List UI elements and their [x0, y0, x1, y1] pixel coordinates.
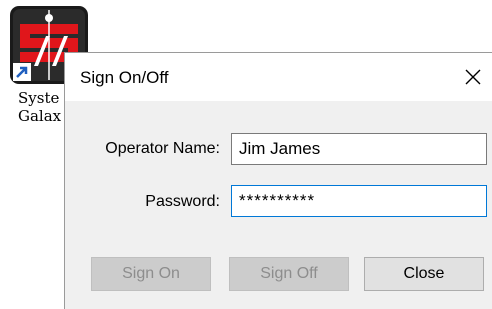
- dialog-titlebar[interactable]: Sign On/Off: [65, 53, 492, 101]
- password-label: Password:: [145, 193, 220, 210]
- sign-off-button[interactable]: Sign Off: [229, 257, 349, 291]
- operator-name-field[interactable]: Jim James: [231, 133, 487, 165]
- close-button[interactable]: Close: [364, 257, 484, 291]
- sign-on-button[interactable]: Sign On: [91, 257, 211, 291]
- dialog-title: Sign On/Off: [80, 68, 169, 87]
- shortcut-label-line1: Syste: [18, 89, 60, 107]
- password-field[interactable]: **********: [231, 185, 487, 217]
- shortcut-label[interactable]: Syste Galax: [18, 89, 61, 125]
- sign-on-off-dialog: Sign On/Off Operator Name: Jim James Pas…: [64, 52, 492, 309]
- operator-name-label: Operator Name:: [105, 140, 220, 157]
- desktop: Syste Galax Sign On/Off Operator Name: J…: [0, 0, 492, 309]
- shortcut-label-line2: Galax: [18, 107, 62, 125]
- close-icon[interactable]: [461, 65, 485, 89]
